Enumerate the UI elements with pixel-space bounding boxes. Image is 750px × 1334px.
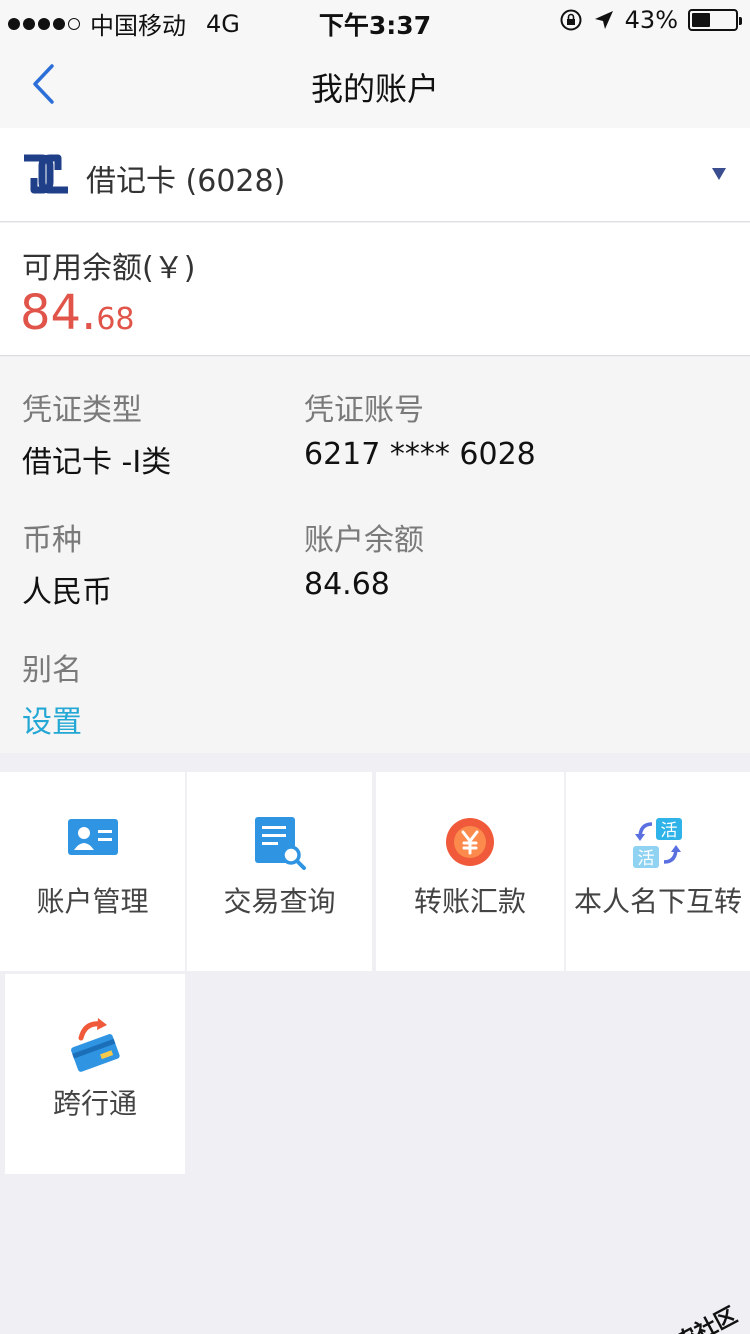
battery-icon — [688, 9, 742, 31]
location-arrow-icon — [594, 11, 613, 29]
tile-interbank[interactable]: 跨行通 — [5, 974, 185, 1174]
currency-label: 币种 — [22, 523, 82, 558]
card-label: 借记卡 (6028) — [86, 164, 286, 199]
watermark-text: 卡农社区 — [649, 1298, 742, 1334]
balance-value: 84.68 — [20, 285, 135, 341]
battery-percent: 43% — [624, 6, 678, 34]
page-title: 我的账户 — [310, 70, 439, 108]
balance-integer: 84. — [20, 285, 97, 341]
swap-huo-icon: 活 活 — [633, 818, 682, 869]
tile-label: 交易查询 — [223, 885, 336, 918]
alias: 别名 设置 — [22, 645, 82, 741]
watermark: 卡农社区 — [625, 1298, 742, 1334]
balance-decimal: 68 — [96, 302, 135, 337]
voucher-type-value: 借记卡 -I类 — [22, 445, 172, 480]
tile-label: 账户管理 — [36, 885, 149, 918]
account-details: 凭证类型 借记卡 -I类 凭证账号 6217 **** 6028 币种 人民币 … — [0, 357, 750, 753]
tile-label: 转账汇款 — [413, 885, 526, 918]
triangle-down-icon[interactable] — [712, 168, 726, 180]
rotation-lock-icon — [560, 9, 582, 31]
card-selector[interactable]: 借记卡 (6028) — [0, 128, 750, 222]
nav-bar: 我的账户 — [0, 40, 750, 128]
account-balance-label: 账户余额 — [304, 523, 424, 558]
tile-account-management[interactable]: 账户管理 — [0, 772, 185, 971]
tile-transaction-query[interactable]: 交易查询 — [187, 772, 372, 971]
card-transfer-icon — [71, 1018, 120, 1072]
status-bar: 中国移动 4G 下午3:37 43% — [0, 0, 750, 40]
document-search-icon — [254, 817, 306, 870]
account-balance-value: 84.68 — [304, 567, 390, 602]
tile-own-account-transfer[interactable]: 活 活 本人名下互转 — [566, 772, 750, 971]
alias-set-link[interactable]: 设置 — [22, 697, 82, 741]
battery-fill — [692, 13, 711, 27]
voucher-type-label: 凭证类型 — [22, 393, 142, 428]
tile-label: 本人名下互转 — [573, 885, 742, 918]
svg-text:活: 活 — [661, 821, 678, 841]
id-card-icon — [67, 819, 118, 855]
account-balance: 账户余额 84.68 — [304, 515, 424, 602]
currency: 币种 人民币 — [22, 515, 112, 611]
voucher-number: 凭证账号 6217 **** 6028 — [304, 385, 536, 472]
svg-text:活: 活 — [638, 849, 655, 869]
yuan-coin-icon — [446, 818, 494, 866]
voucher-number-label: 凭证账号 — [304, 393, 424, 428]
voucher-number-value: 6217 **** 6028 — [304, 437, 536, 472]
tile-transfer-remittance[interactable]: 转账汇款 — [376, 772, 564, 971]
tile-label: 跨行通 — [52, 1087, 137, 1120]
alias-label: 别名 — [22, 653, 82, 688]
status-right: 43% — [559, 6, 742, 34]
balance-label: 可用余额(￥) — [22, 251, 196, 286]
voucher-type: 凭证类型 借记卡 -I类 — [22, 385, 171, 481]
currency-value: 人民币 — [22, 575, 112, 610]
bank-logo-icon — [24, 154, 68, 194]
balance-section: 可用余额(￥) 84.68 — [0, 223, 750, 356]
